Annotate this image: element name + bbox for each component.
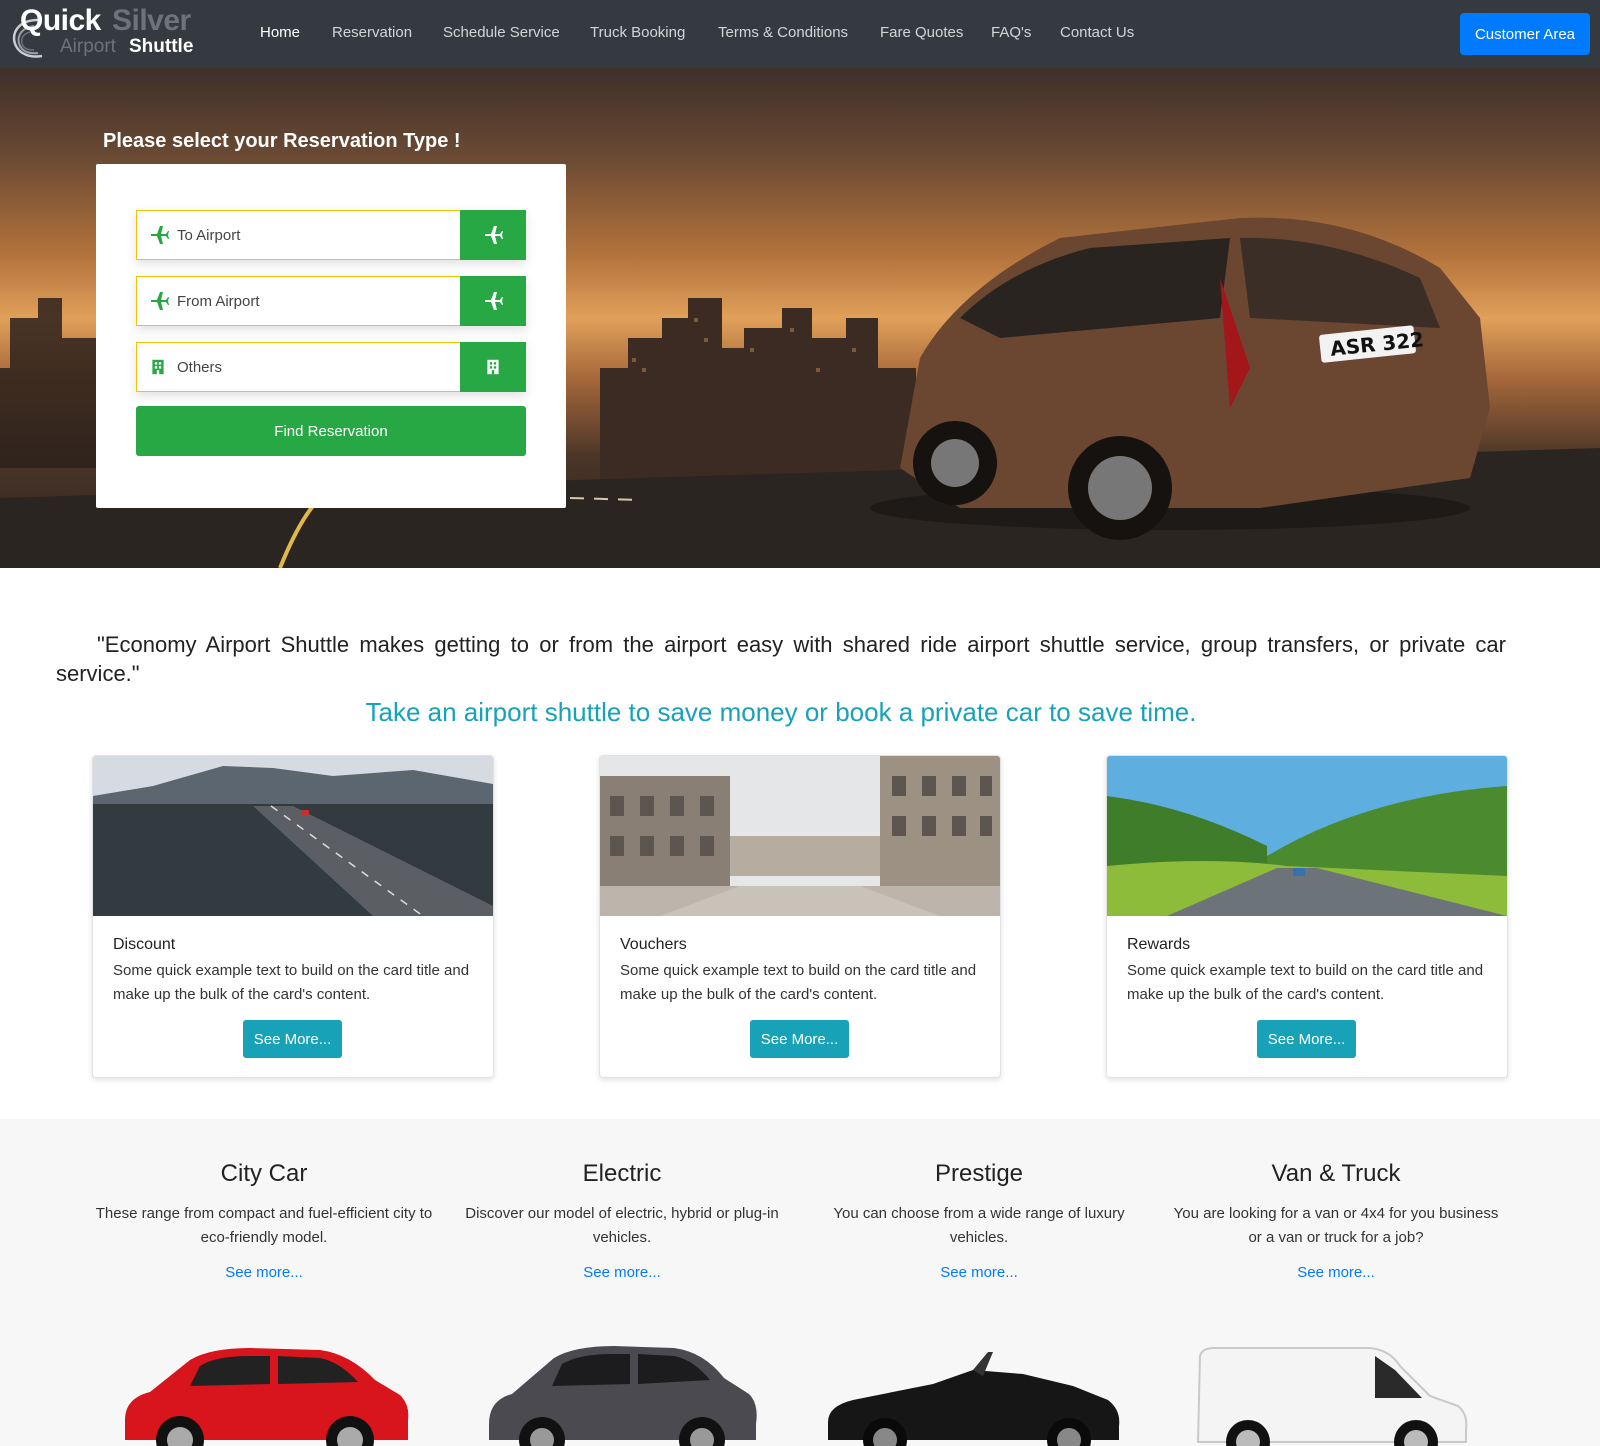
category-text: You can choose from a wide range of luxu… (833, 1205, 1125, 1246)
hero-banner: ASR 322 Please select your Reservation T… (0, 68, 1600, 568)
brand-word-airport: Airport (60, 36, 116, 57)
category-text: These range from compact and fuel-effici… (95, 1205, 433, 1246)
brand-word-shuttle: Shuttle (129, 36, 194, 57)
card-title: Vouchers (620, 936, 687, 953)
category-see-more-link[interactable]: See more... (1297, 1264, 1375, 1281)
reservation-type-card: To Airport From Airport Others Find Rese… (96, 164, 566, 508)
to-airport-go-button[interactable] (460, 210, 526, 260)
category-see-more-link[interactable]: See more... (940, 1264, 1018, 1281)
from-airport-label: From Airport (177, 293, 260, 310)
card-image-road (93, 756, 493, 916)
category-see-more-link[interactable]: See more... (583, 1264, 661, 1281)
card-text: Some quick example text to build on the … (620, 962, 977, 1003)
red-city-car-image (125, 1348, 409, 1446)
card-text: Some quick example text to build on the … (1127, 962, 1484, 1003)
nav-contact-us[interactable]: Contact Us (1060, 24, 1134, 41)
prestige-convertible-image (828, 1352, 1120, 1446)
brand-word-silver: Silver (112, 4, 191, 37)
category-title: Prestige (934, 1160, 1024, 1187)
nav-home[interactable]: Home (260, 24, 300, 41)
nav-faqs[interactable]: FAQ's (991, 24, 1031, 41)
card-rewards: Rewards Some quick example text to build… (1106, 755, 1508, 1078)
others-go-button[interactable] (460, 342, 526, 392)
see-more-button[interactable]: See More... (750, 1020, 849, 1058)
plane-icon (485, 292, 503, 310)
building-icon (152, 359, 164, 375)
card-discount: Discount Some quick example text to buil… (92, 755, 494, 1078)
category-title: City Car (220, 1160, 308, 1187)
nav-terms-conditions[interactable]: Terms & Conditions (718, 24, 848, 41)
card-vouchers: Vouchers Some quick example text to buil… (599, 755, 1001, 1078)
see-more-button[interactable]: See More... (243, 1020, 342, 1058)
nav-reservation[interactable]: Reservation (332, 24, 412, 41)
card-title: Discount (113, 936, 176, 953)
intro-tagline: Take an airport shuttle to save money or… (365, 697, 1197, 727)
others-label: Others (177, 359, 223, 376)
brand-word-quick: Quick (20, 4, 101, 37)
card-image-city-street (600, 756, 1000, 916)
plane-icon (151, 226, 169, 244)
reservation-type-heading: Please select your Reservation Type ! (103, 130, 461, 152)
card-title: Rewards (1127, 936, 1191, 953)
category-van-truck: Van & Truck You are looking for a van or… (1166, 1160, 1506, 1282)
find-reservation-button[interactable]: Find Reservation (136, 406, 526, 456)
category-title: Electric (582, 1160, 662, 1187)
intro-quote: "Economy Airport Shuttle makes getting t… (56, 632, 1506, 686)
navbar: Quick Silver Airport Shuttle Home Reserv… (0, 0, 1600, 68)
nav-fare-quotes[interactable]: Fare Quotes (880, 24, 963, 41)
nav-truck-booking[interactable]: Truck Booking (590, 24, 685, 41)
brand-logo[interactable]: Quick Silver Airport Shuttle (8, 4, 208, 64)
category-text: You are looking for a van or 4x4 for you… (1173, 1205, 1499, 1246)
nav-schedule-service[interactable]: Schedule Service (443, 24, 560, 41)
electric-car-image (489, 1346, 757, 1446)
to-airport-label: To Airport (177, 227, 241, 244)
category-city-car: City Car These range from compact and fu… (94, 1160, 434, 1282)
category-text: Discover our model of electric, hybrid o… (465, 1205, 779, 1246)
plane-icon (485, 226, 503, 244)
category-title: Van & Truck (1271, 1160, 1401, 1187)
from-airport-go-button[interactable] (460, 276, 526, 326)
building-icon (487, 359, 499, 375)
plane-icon (151, 292, 169, 310)
card-text: Some quick example text to build on the … (113, 962, 470, 1003)
category-electric: Electric Discover our model of electric,… (452, 1160, 792, 1282)
card-image-forest-road (1107, 756, 1507, 916)
white-van-image (1196, 1347, 1468, 1446)
customer-area-button[interactable]: Customer Area (1460, 13, 1590, 55)
category-see-more-link[interactable]: See more... (225, 1264, 303, 1281)
see-more-button[interactable]: See More... (1257, 1020, 1356, 1058)
category-prestige: Prestige You can choose from a wide rang… (809, 1160, 1149, 1282)
